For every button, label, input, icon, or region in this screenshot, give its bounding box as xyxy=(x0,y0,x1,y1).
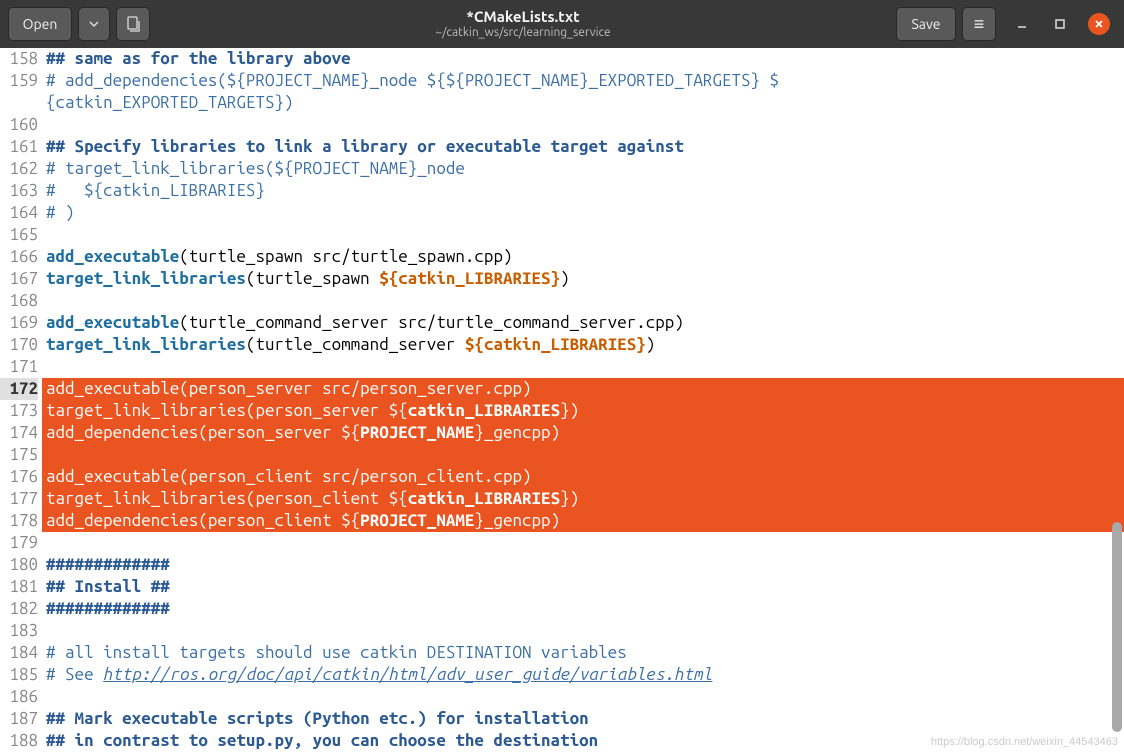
code-line[interactable]: # ${catkin_LIBRARIES} xyxy=(42,180,1124,202)
code-line[interactable]: add_executable(turtle_command_server src… xyxy=(42,312,1124,334)
new-document-icon xyxy=(125,16,141,32)
chevron-down-icon xyxy=(89,19,99,29)
code-line[interactable]: target_link_libraries(person_client ${ca… xyxy=(42,488,1124,510)
code-line[interactable]: ## same as for the library above xyxy=(42,48,1124,70)
line-number: 178 xyxy=(0,510,38,532)
titlebar: Open *CMakeLists.txt ~/catkin_ws/src/lea… xyxy=(0,0,1124,48)
code-line[interactable]: add_dependencies(person_server ${PROJECT… xyxy=(42,422,1124,444)
maximize-button[interactable] xyxy=(1050,14,1070,34)
line-number: 163 xyxy=(0,180,38,202)
line-number: 174 xyxy=(0,422,38,444)
code-line[interactable]: ############# xyxy=(42,554,1124,576)
line-number: 170 xyxy=(0,334,38,356)
code-line[interactable] xyxy=(42,444,1124,466)
line-number: 171 xyxy=(0,356,38,378)
code-line[interactable] xyxy=(42,532,1124,554)
line-number: 186 xyxy=(0,686,38,708)
code-line[interactable]: target_link_libraries(turtle_command_ser… xyxy=(42,334,1124,356)
line-number: 167 xyxy=(0,268,38,290)
title-area: *CMakeLists.txt ~/catkin_ws/src/learning… xyxy=(156,8,890,40)
minimize-icon xyxy=(1016,18,1028,30)
line-number: 158 xyxy=(0,48,38,70)
code-line[interactable]: # target_link_libraries(${PROJECT_NAME}_… xyxy=(42,158,1124,180)
vertical-scrollbar[interactable] xyxy=(1110,52,1122,742)
save-button[interactable]: Save xyxy=(896,7,956,41)
line-number: 169 xyxy=(0,312,38,334)
document-path: ~/catkin_ws/src/learning_service xyxy=(156,26,890,40)
code-line[interactable]: ## Specify libraries to link a library o… xyxy=(42,136,1124,158)
line-number: 182 xyxy=(0,598,38,620)
code-line[interactable]: # add_dependencies(${PROJECT_NAME}_node … xyxy=(42,70,1124,92)
scrollbar-thumb[interactable] xyxy=(1112,522,1122,732)
code-line[interactable] xyxy=(42,620,1124,642)
document-title: *CMakeLists.txt xyxy=(156,8,890,26)
line-number: 176 xyxy=(0,466,38,488)
code-line[interactable]: target_link_libraries(turtle_spawn ${cat… xyxy=(42,268,1124,290)
code-line[interactable]: # all install targets should use catkin … xyxy=(42,642,1124,664)
code-line[interactable]: add_executable(person_client src/person_… xyxy=(42,466,1124,488)
code-line[interactable] xyxy=(42,290,1124,312)
line-number-wrap xyxy=(0,92,38,114)
watermark: https://blog.csdn.net/weixin_44543463 xyxy=(931,736,1118,748)
editor-area[interactable]: 1581591601611621631641651661671681691701… xyxy=(0,48,1124,754)
code-line[interactable]: add_dependencies(person_client ${PROJECT… xyxy=(42,510,1124,532)
code-content[interactable]: ## same as for the library above# add_de… xyxy=(42,48,1124,754)
code-line[interactable]: ## Install ## xyxy=(42,576,1124,598)
window-controls xyxy=(1012,13,1110,35)
minimize-button[interactable] xyxy=(1012,14,1032,34)
line-number: 159 xyxy=(0,70,38,92)
code-line[interactable]: ## Mark executable scripts (Python etc.)… xyxy=(42,708,1124,730)
line-number-gutter: 1581591601611621631641651661671681691701… xyxy=(0,48,42,754)
line-number: 164 xyxy=(0,202,38,224)
code-line[interactable]: ############# xyxy=(42,598,1124,620)
code-line-wrap[interactable]: {catkin_EXPORTED_TARGETS}) xyxy=(42,92,1124,114)
line-number: 181 xyxy=(0,576,38,598)
line-number: 160 xyxy=(0,114,38,136)
open-recent-dropdown[interactable] xyxy=(78,7,110,41)
line-number: 166 xyxy=(0,246,38,268)
code-line[interactable] xyxy=(42,686,1124,708)
code-line[interactable] xyxy=(42,224,1124,246)
close-button[interactable] xyxy=(1088,13,1110,35)
line-number: 177 xyxy=(0,488,38,510)
maximize-icon xyxy=(1054,18,1066,30)
code-line[interactable]: target_link_libraries(person_server ${ca… xyxy=(42,400,1124,422)
line-number: 173 xyxy=(0,400,38,422)
hamburger-menu-button[interactable]: ≡ xyxy=(962,7,996,41)
code-line[interactable]: add_executable(person_server src/person_… xyxy=(42,378,1124,400)
line-number: 183 xyxy=(0,620,38,642)
line-number: 184 xyxy=(0,642,38,664)
close-icon xyxy=(1093,18,1105,30)
line-number: 168 xyxy=(0,290,38,312)
code-line[interactable]: # ) xyxy=(42,202,1124,224)
code-line[interactable] xyxy=(42,356,1124,378)
line-number: 185 xyxy=(0,664,38,686)
line-number: 165 xyxy=(0,224,38,246)
line-number: 175 xyxy=(0,444,38,466)
line-number: 161 xyxy=(0,136,38,158)
line-number: 187 xyxy=(0,708,38,730)
code-line[interactable]: # See http://ros.org/doc/api/catkin/html… xyxy=(42,664,1124,686)
code-line[interactable] xyxy=(42,114,1124,136)
line-number: 162 xyxy=(0,158,38,180)
code-line[interactable]: add_executable(turtle_spawn src/turtle_s… xyxy=(42,246,1124,268)
new-tab-button[interactable] xyxy=(116,7,150,41)
hamburger-icon: ≡ xyxy=(974,14,985,35)
line-number: 172 xyxy=(0,378,38,400)
open-button[interactable]: Open xyxy=(8,7,72,41)
line-number: 188 xyxy=(0,730,38,752)
line-number: 180 xyxy=(0,554,38,576)
line-number: 179 xyxy=(0,532,38,554)
